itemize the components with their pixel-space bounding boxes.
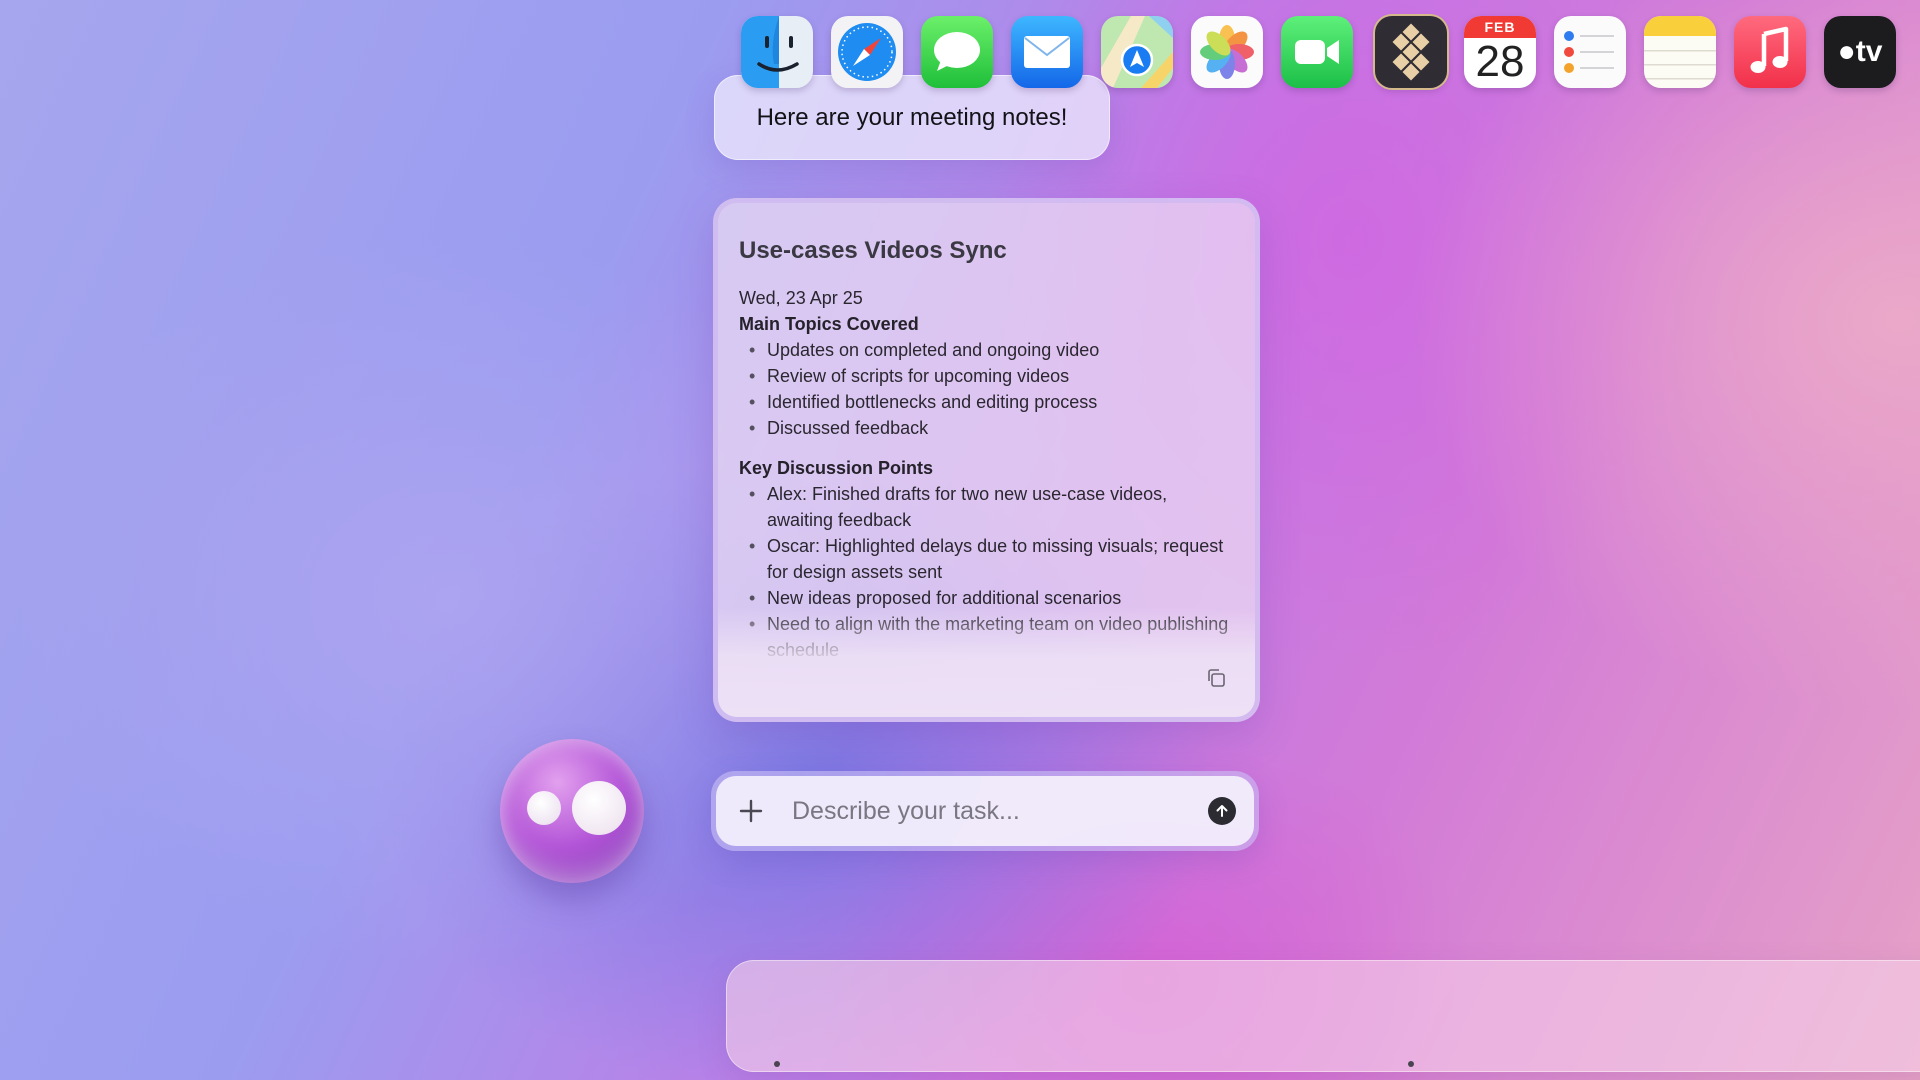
running-indicator-finder [774, 1061, 780, 1067]
tv-icon: ●tv [1824, 16, 1896, 88]
task-input[interactable] [792, 796, 1208, 826]
section-heading-key-discussion: Key Discussion Points [739, 458, 934, 478]
task-input-box [716, 776, 1254, 846]
dock-app-tv[interactable]: ●tv [1824, 16, 1896, 88]
list-item: Need to align with the marketing team on… [739, 611, 1235, 663]
dock-app-maps[interactable] [1101, 16, 1173, 88]
messages-icon [921, 16, 993, 88]
orb-eye-right [572, 781, 626, 835]
list-item: Updates on completed and ongoing video [739, 337, 1235, 363]
finder-icon [741, 16, 813, 88]
meeting-notes-card: Use-cases Videos Sync Wed, 23 Apr 25 Mai… [713, 198, 1260, 722]
dock-app-reminders[interactable] [1554, 16, 1626, 88]
list-item: Alex: Finished drafts for two new use-ca… [739, 481, 1235, 533]
list-item: Review of scripts for upcoming videos [739, 363, 1235, 389]
dock-app-safari[interactable] [831, 16, 903, 88]
arrow-up-icon [1216, 805, 1228, 817]
dock-app-facetime[interactable] [1281, 16, 1353, 88]
dock [726, 960, 1920, 1072]
running-indicator-assistant [1408, 1061, 1414, 1067]
photos-icon [1191, 16, 1263, 88]
dock-app-calendar[interactable]: FEB 28 [1464, 16, 1536, 88]
dock-app-finder[interactable] [741, 16, 813, 88]
calendar-day: 28 [1475, 37, 1525, 86]
list-item: Oscar: Highlighted delays due to missing… [739, 533, 1235, 585]
orb-eye-left [527, 791, 561, 825]
key-discussion-list: Alex: Finished drafts for two new use-ca… [739, 481, 1235, 663]
facetime-icon [1281, 16, 1353, 88]
dock-app-messages[interactable] [921, 16, 993, 88]
plus-icon[interactable] [738, 798, 764, 824]
task-input-container [711, 771, 1259, 851]
assistant-orb-icon[interactable] [500, 739, 644, 883]
dock-app-notes[interactable] [1644, 16, 1716, 88]
main-topics-list: Updates on completed and ongoing video R… [739, 337, 1235, 441]
dock-app-music[interactable] [1734, 16, 1806, 88]
list-item: Identified bottlenecks and editing proce… [739, 389, 1235, 415]
diamond-grid-icon [1375, 16, 1447, 88]
notes-title: Use-cases Videos Sync [739, 237, 1007, 264]
music-icon [1734, 16, 1806, 88]
safari-icon [831, 16, 903, 88]
mail-icon [1011, 16, 1083, 88]
copy-icon [1208, 669, 1225, 687]
dock-app-assistant[interactable] [1375, 16, 1447, 88]
reminders-icon [1554, 16, 1626, 88]
send-button[interactable] [1208, 797, 1236, 825]
list-item: Discussed feedback [739, 415, 1235, 441]
copy-button[interactable] [1203, 665, 1229, 691]
dock-app-photos[interactable] [1191, 16, 1263, 88]
notes-date: Wed, 23 Apr 25 [739, 288, 863, 308]
list-item: New ideas proposed for additional scenar… [739, 585, 1235, 611]
assistant-message-text: Here are your meeting notes! [756, 103, 1068, 131]
section-heading-main-topics: Main Topics Covered [739, 314, 919, 334]
notes-icon [1644, 16, 1716, 88]
tv-label: tv [1855, 35, 1883, 68]
calendar-icon: FEB 28 [1464, 16, 1536, 88]
maps-icon [1101, 16, 1173, 88]
dock-app-mail[interactable] [1011, 16, 1083, 88]
apple-logo-icon: ● [1837, 35, 1856, 68]
